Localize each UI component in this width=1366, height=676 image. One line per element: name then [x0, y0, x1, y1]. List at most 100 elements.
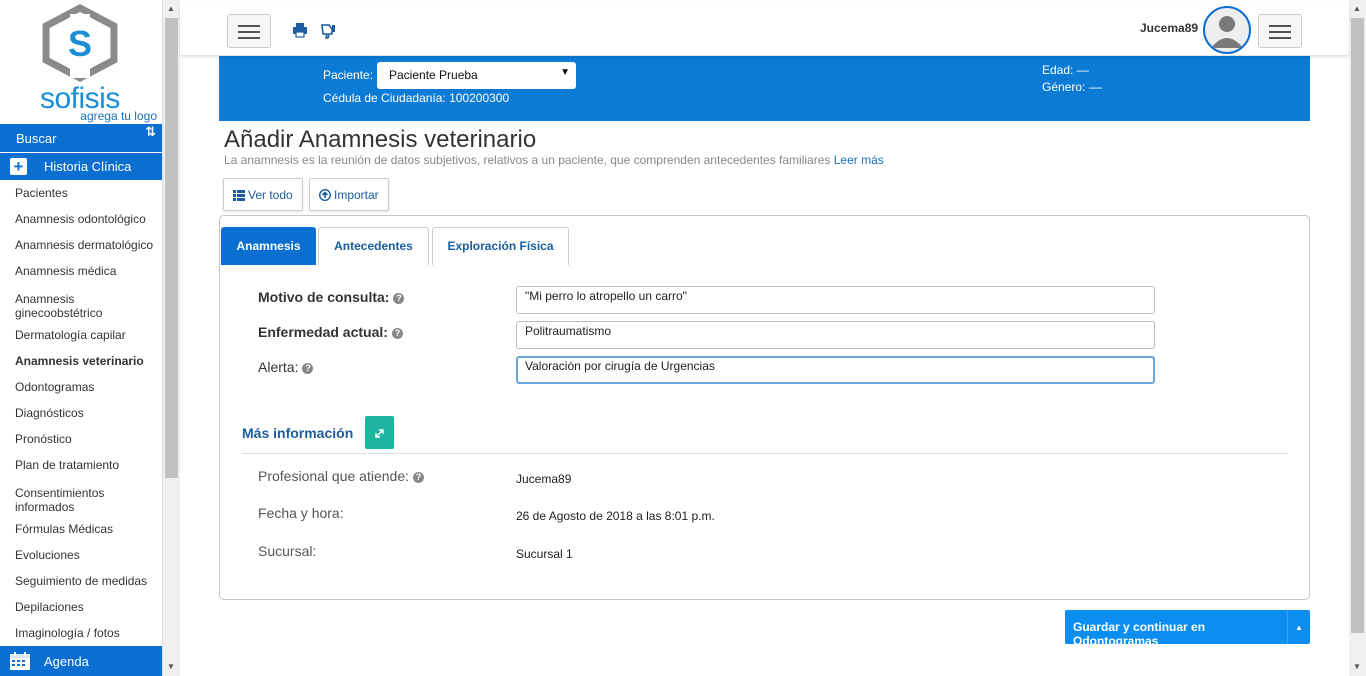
expand-icon	[375, 429, 384, 438]
help-icon[interactable]: ?	[302, 363, 314, 374]
motivo-label-text: Motivo de consulta:	[258, 289, 390, 305]
sidebar-item-depilaciones[interactable]: Depilaciones	[0, 594, 162, 620]
enfermedad-label-text: Enfermedad actual:	[258, 324, 388, 340]
logo-mark-icon: S	[42, 4, 118, 82]
sidebar-section-label: Historia Clínica	[44, 159, 132, 174]
sidebar-toggle-button[interactable]	[227, 14, 271, 48]
read-more-link[interactable]: Leer más	[834, 153, 884, 167]
profesional-label: Profesional que atiende:?	[258, 468, 424, 484]
subtitle-text: La anamnesis es la reunión de datos subj…	[224, 153, 831, 167]
ver-todo-button[interactable]: Ver todo	[223, 178, 303, 211]
patient-select[interactable]: Paciente Prueba ▼	[377, 62, 576, 89]
user-icon	[1211, 16, 1243, 48]
enfermedad-label: Enfermedad actual:?	[258, 324, 403, 340]
scroll-down-arrow-icon[interactable]: ▼	[167, 662, 175, 671]
scroll-up-arrow-icon[interactable]: ▲	[167, 4, 175, 13]
sidebar-item-dermatologia-capilar[interactable]: Dermatología capilar	[0, 322, 162, 348]
sidebar-agenda-label: Agenda	[44, 654, 89, 669]
patient-select-value: Paciente Prueba	[389, 68, 478, 82]
sucursal-label: Sucursal:	[258, 543, 317, 559]
topbar: Jucema89	[180, 4, 1349, 56]
patient-cedula: Cédula de Ciudadanía: 100200300	[323, 91, 510, 105]
fecha-value: 26 de Agosto de 2018 a las 8:01 p.m.	[516, 509, 715, 523]
enfermedad-input[interactable]: Politraumatismo	[516, 321, 1155, 349]
profesional-label-text: Profesional que atiende:	[258, 468, 409, 484]
tab-anamnesis[interactable]: Anamnesis	[221, 227, 316, 265]
print-icon[interactable]	[292, 22, 308, 38]
page-scrollbar[interactable]: ▲ ▼	[1349, 0, 1366, 676]
patient-genero: Género: ––	[1042, 80, 1103, 94]
sidebar-item-pacientes[interactable]: Pacientes	[0, 180, 162, 206]
hamburger-icon	[238, 25, 260, 27]
sidebar-item-evoluciones[interactable]: Evoluciones	[0, 542, 162, 568]
caret-down-icon: ▼	[560, 67, 570, 78]
sidebar-item-seguimiento-medidas[interactable]: Seguimiento de medidas	[0, 568, 162, 594]
save-continue-button[interactable]: Guardar y continuar en Odontogramas	[1065, 610, 1287, 648]
sidebar-search-label: Buscar	[16, 131, 57, 146]
sidebar-scrollbar-thumb[interactable]	[165, 18, 178, 478]
importar-label: Importar	[334, 188, 379, 202]
dislike-icon[interactable]	[320, 22, 337, 39]
tab-antecedentes[interactable]: Antecedentes	[318, 227, 429, 265]
sucursal-value: Sucursal 1	[516, 547, 573, 561]
sidebar-scrollbar[interactable]: ▲ ▼	[163, 0, 180, 676]
scroll-down-arrow-icon[interactable]: ▼	[1353, 662, 1361, 671]
divider	[242, 453, 1288, 454]
sidebar-item-anamnesis-veterinario[interactable]: Anamnesis veterinario	[0, 348, 162, 374]
patient-header: Paciente: Paciente Prueba ▼ Cédula de Ci…	[219, 56, 1310, 121]
alerta-label: Alerta:?	[258, 359, 314, 375]
sort-icon[interactable]: ⇅	[145, 124, 156, 140]
alerta-input[interactable]: Valoración por cirugía de Urgencias	[516, 356, 1155, 384]
upload-icon	[318, 188, 332, 202]
logo[interactable]: S sofisis agrega tu logo	[0, 4, 162, 123]
list-icon	[233, 190, 245, 201]
sidebar-item-formulas-medicas[interactable]: Fórmulas Médicas	[0, 516, 162, 542]
alerta-label-text: Alerta:	[258, 359, 299, 375]
hamburger-icon	[1269, 25, 1291, 27]
sidebar-item-diagnosticos[interactable]: Diagnósticos	[0, 400, 162, 426]
sidebar-item-imaginologia[interactable]: Imaginología / fotos	[0, 620, 162, 646]
page-scrollbar-thumb[interactable]	[1351, 18, 1364, 633]
help-icon[interactable]: ?	[393, 293, 405, 304]
profesional-value: Jucema89	[516, 472, 572, 486]
motivo-input[interactable]: "Mi perro lo atropello un carro"	[516, 286, 1155, 314]
motivo-label: Motivo de consulta:?	[258, 289, 405, 305]
sidebar-item-pronostico[interactable]: Pronóstico	[0, 426, 162, 452]
sidebar-menu: Pacientes Anamnesis odontológico Anamnes…	[0, 180, 162, 646]
anamnesis-card: Anamnesis Antecedentes Exploración Físic…	[219, 215, 1310, 600]
sidebar-item-anamnesis-medica[interactable]: Anamnesis médica	[0, 258, 162, 284]
importar-button[interactable]: Importar	[309, 178, 389, 211]
avatar[interactable]	[1203, 6, 1251, 54]
app: S sofisis agrega tu logo Buscar ⇅ + Hist…	[0, 0, 1366, 676]
sidebar-item-plan-tratamiento[interactable]: Plan de tratamiento	[0, 452, 162, 478]
calendar-icon	[10, 652, 30, 670]
mas-info-title: Más información	[242, 425, 354, 441]
menu-button[interactable]	[1258, 14, 1302, 48]
expand-button[interactable]	[365, 416, 394, 449]
save-dropdown-button[interactable]: ▲	[1287, 610, 1310, 644]
sidebar-section-historia-clinica[interactable]: + Historia Clínica	[0, 153, 162, 180]
username[interactable]: Jucema89	[1140, 21, 1198, 35]
scroll-up-arrow-icon[interactable]: ▲	[1353, 4, 1361, 13]
sidebar-item-odontogramas[interactable]: Odontogramas	[0, 374, 162, 400]
sidebar-item-anamnesis-ginecoobstetrico[interactable]: Anamnesis ginecoobstétrico	[0, 284, 162, 322]
sidebar-item-anamnesis-dermatologico[interactable]: Anamnesis dermatológico	[0, 232, 162, 258]
patient-edad: Edad: —	[1042, 63, 1089, 77]
sidebar-item-consentimientos[interactable]: Consentimientos informados	[0, 478, 162, 516]
svg-text:S: S	[68, 23, 92, 64]
sidebar-agenda[interactable]: Agenda	[0, 646, 162, 676]
sidebar-item-anamnesis-odontologico[interactable]: Anamnesis odontológico	[0, 206, 162, 232]
page-title: Añadir Anamnesis veterinario	[224, 126, 537, 153]
fecha-label: Fecha y hora:	[258, 505, 344, 521]
page-subtitle: La anamnesis es la reunión de datos subj…	[224, 153, 884, 167]
ver-todo-label: Ver todo	[248, 188, 293, 202]
sidebar-search[interactable]: Buscar	[0, 124, 162, 152]
patient-label: Paciente:	[323, 68, 374, 82]
sidebar: S sofisis agrega tu logo Buscar ⇅ + Hist…	[0, 0, 163, 676]
help-icon[interactable]: ?	[413, 472, 424, 483]
plus-icon: +	[10, 158, 27, 175]
help-icon[interactable]: ?	[391, 328, 403, 339]
tab-exploracion-fisica[interactable]: Exploración Física	[432, 227, 569, 265]
logo-tagline: agrega tu logo	[80, 109, 157, 123]
caret-up-icon: ▲	[1295, 623, 1303, 632]
